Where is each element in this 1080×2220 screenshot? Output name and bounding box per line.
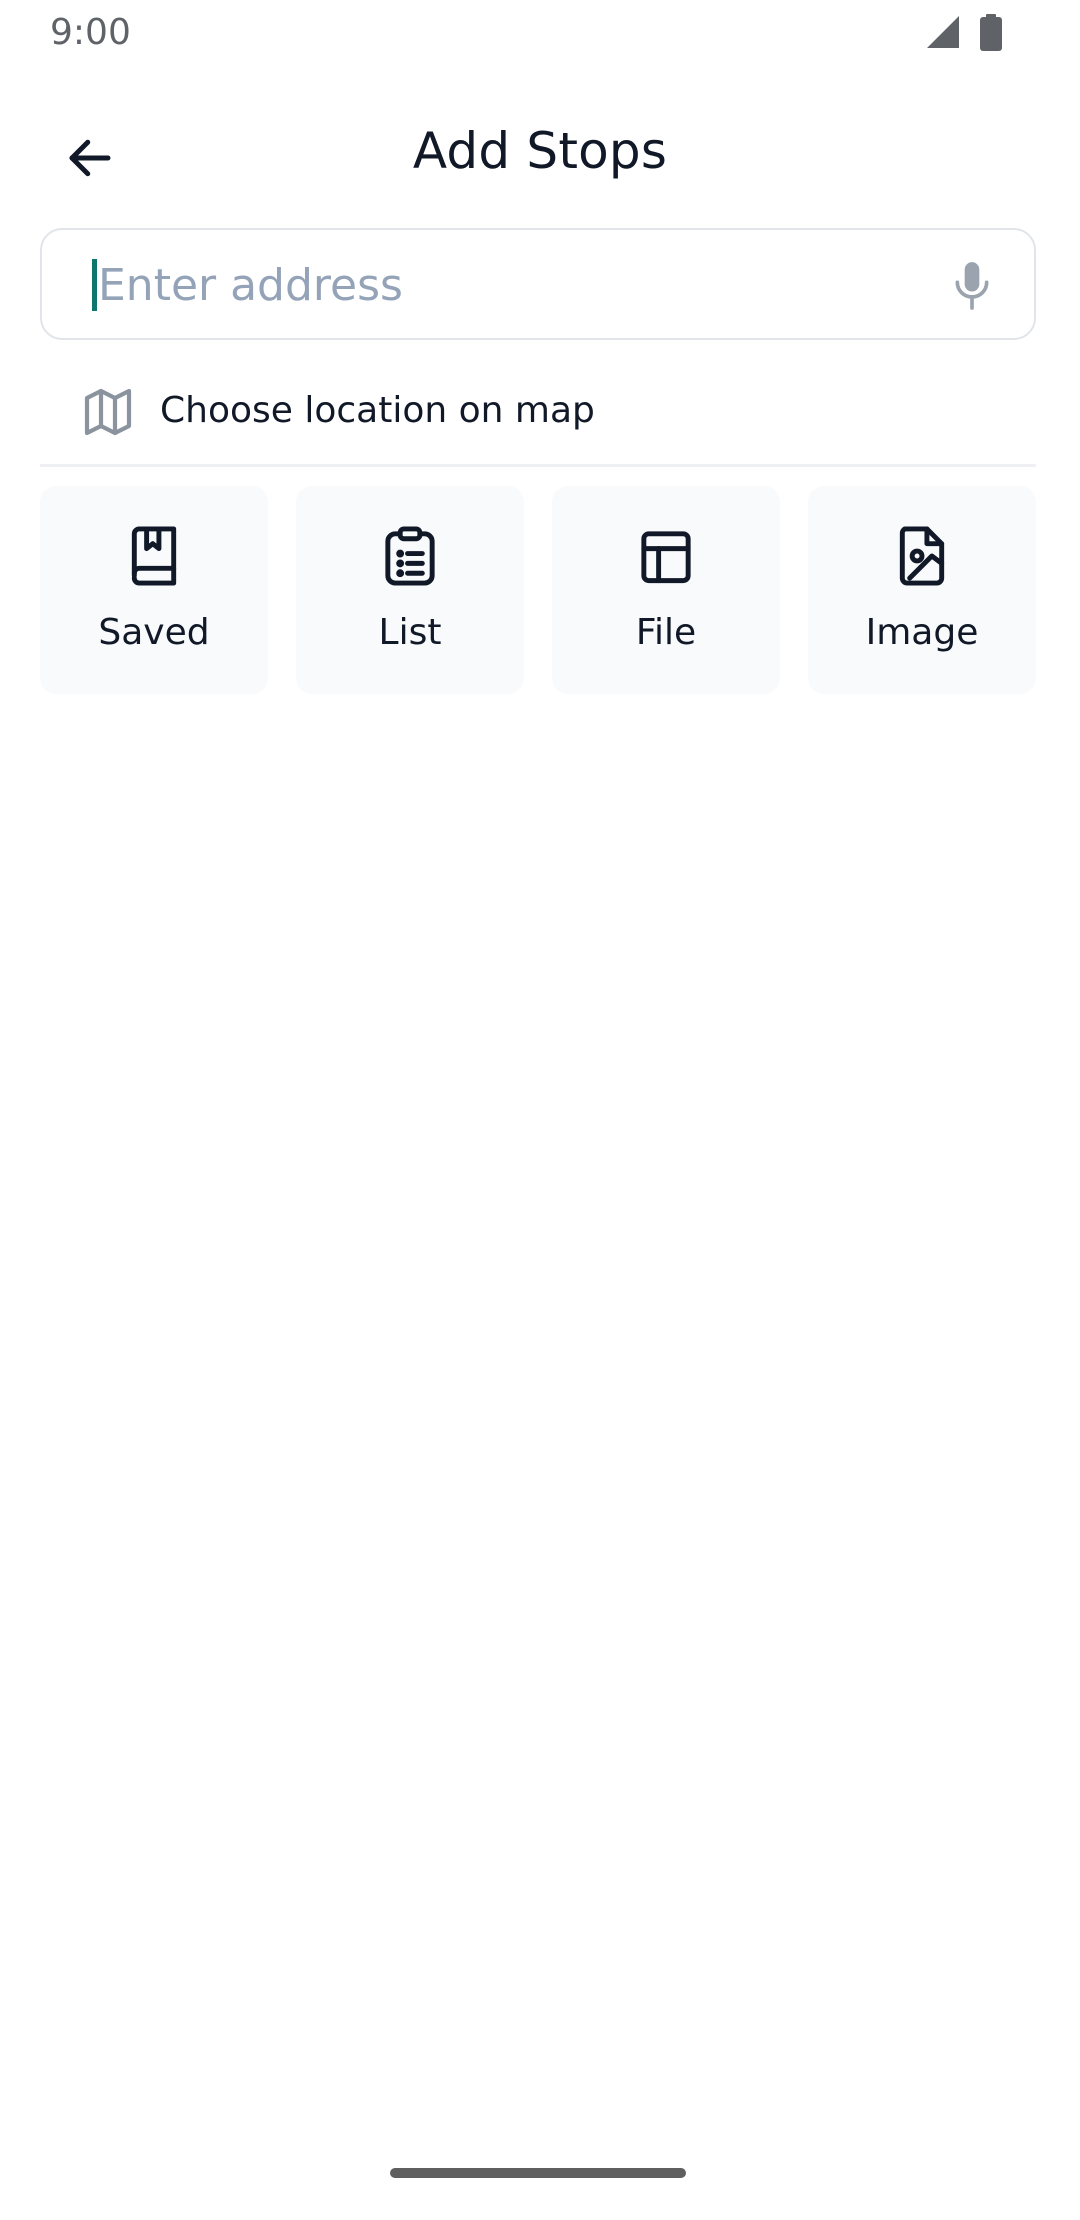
list-label: List	[378, 612, 442, 653]
table-file-icon	[641, 531, 691, 584]
saved-button[interactable]: Saved	[40, 486, 268, 694]
image-file-icon	[899, 526, 945, 586]
address-search-box[interactable]	[40, 228, 1036, 340]
bookmark-book-icon	[131, 526, 177, 586]
image-label: Image	[865, 612, 979, 653]
file-label: File	[635, 612, 697, 653]
list-button[interactable]: List	[296, 486, 524, 694]
page-title: Add Stops	[412, 122, 668, 180]
map-option-label: Choose location on map	[160, 390, 595, 431]
battery-icon	[980, 14, 1002, 51]
clipboard-list-icon	[385, 526, 435, 586]
choose-location-on-map[interactable]: Choose location on map	[40, 362, 1036, 462]
image-button[interactable]: Image	[808, 486, 1036, 694]
app-header: Add Stops	[0, 100, 1080, 210]
voice-input-button[interactable]	[946, 258, 998, 314]
saved-label: Saved	[98, 612, 210, 653]
microphone-icon	[955, 262, 989, 310]
status-bar: 9:00	[0, 0, 1080, 70]
text-cursor	[92, 259, 97, 311]
map-icon	[84, 388, 132, 436]
signal-icon	[927, 16, 959, 48]
import-options: Saved List File Image	[40, 486, 1040, 696]
status-time: 9:00	[50, 12, 131, 53]
address-input[interactable]	[98, 248, 918, 322]
home-indicator[interactable]	[390, 2168, 686, 2178]
divider	[40, 464, 1036, 467]
file-button[interactable]: File	[552, 486, 780, 694]
